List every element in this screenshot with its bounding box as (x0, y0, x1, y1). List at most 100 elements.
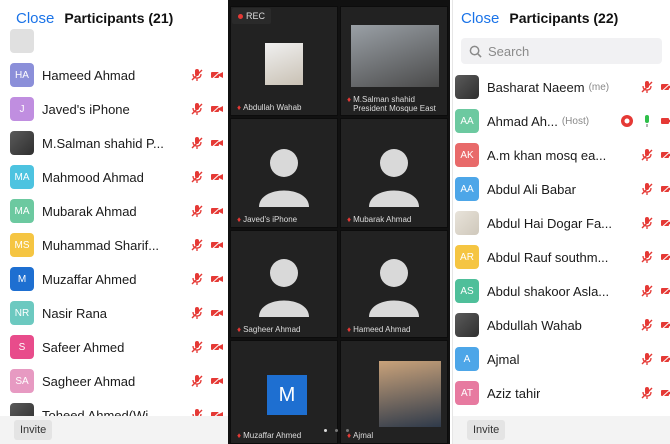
rec-label: REC (246, 11, 266, 21)
video-off-icon[interactable] (660, 386, 670, 400)
participant-row[interactable]: Abdul Hai Dogar Fa... (453, 206, 670, 240)
video-off-icon[interactable] (210, 306, 224, 320)
tile-label: Sagheer Ahmad (243, 325, 301, 334)
participants-panel-right: Close Participants (22) Search Basharat … (452, 0, 670, 444)
video-off-icon[interactable] (660, 114, 670, 128)
mic-muted-icon[interactable] (640, 148, 654, 162)
video-off-icon[interactable] (210, 374, 224, 388)
participant-row[interactable]: S Safeer Ahmed (0, 330, 228, 364)
video-tile[interactable]: ♦ Hameed Ahmad (340, 230, 448, 338)
video-tile[interactable]: ♦ M.Salman shahid President Mosque East (340, 6, 448, 116)
avatar: AS (455, 279, 479, 303)
participants-panel-left: Close Participants (21) HA Hameed Ahmad J J… (0, 0, 228, 444)
mic-muted-icon[interactable] (190, 102, 204, 116)
participant-list: HA Hameed Ahmad J Javed's iPhone M.Salman sh… (0, 24, 228, 432)
video-off-icon[interactable] (210, 68, 224, 82)
video-off-icon[interactable] (660, 284, 670, 298)
avatar: HA (10, 63, 34, 87)
invite-button[interactable]: Invite (467, 420, 506, 440)
participant-row[interactable]: M Muzaffar Ahmed (0, 262, 228, 296)
participant-controls (640, 318, 670, 332)
video-off-icon[interactable] (210, 102, 224, 116)
mic-muted-icon[interactable] (640, 216, 654, 230)
mic-muted-icon: ♦ (347, 431, 352, 440)
initial-avatar: M (267, 375, 307, 415)
video-tile[interactable]: M ♦ Muzaffar Ahmed (230, 340, 338, 444)
participant-name: Mubarak Ahmad (42, 203, 137, 219)
avatar: AK (455, 143, 479, 167)
mic-muted-icon[interactable] (640, 318, 654, 332)
video-off-icon[interactable] (210, 136, 224, 150)
page-dot (324, 429, 327, 432)
video-off-icon[interactable] (210, 204, 224, 218)
tile-label: Mubarak Ahmad (353, 215, 412, 224)
mic-muted-icon[interactable] (190, 136, 204, 150)
participant-row[interactable]: AA Abdul Ali Babar (453, 172, 670, 206)
participant-row[interactable]: AA Ahmad Ah... (Host) (453, 104, 670, 138)
participant-name: Basharat Naeem (487, 79, 585, 95)
video-tile[interactable]: ♦ Mubarak Ahmad (340, 118, 448, 228)
video-off-icon[interactable] (660, 80, 670, 94)
mic-muted-icon[interactable] (190, 170, 204, 184)
participant-name: Muzaffar Ahmed (42, 271, 137, 287)
invite-button[interactable]: Invite (14, 420, 53, 440)
video-tile[interactable]: ♦ Javed's iPhone (230, 118, 338, 228)
mic-muted-icon: ♦ (237, 325, 242, 334)
avatar-silhouette-icon (369, 149, 419, 207)
mic-muted-icon[interactable] (190, 340, 204, 354)
video-off-icon[interactable] (660, 148, 670, 162)
avatar (455, 211, 479, 235)
mic-muted-icon: ♦ (237, 103, 242, 112)
video-off-icon[interactable] (660, 250, 670, 264)
participant-name: Sagheer Ahmad (42, 373, 136, 389)
participant-row[interactable]: MA Mubarak Ahmad (0, 194, 228, 228)
participant-row[interactable]: AT Aziz tahir (453, 376, 670, 410)
mic-muted-icon[interactable] (640, 386, 654, 400)
mic-muted-icon[interactable] (640, 182, 654, 196)
recording-indicator: REC (232, 8, 272, 24)
close-button[interactable]: Close (461, 10, 499, 27)
participant-row[interactable]: NR Nasir Rana (0, 296, 228, 330)
video-off-icon[interactable] (210, 170, 224, 184)
participant-controls (190, 306, 224, 320)
participant-row[interactable]: MA Mahmood Ahmad (0, 160, 228, 194)
participant-name: Ajmal (487, 351, 520, 367)
mic-muted-icon[interactable] (640, 250, 654, 264)
participant-row[interactable]: SA Sagheer Ahmad (0, 364, 228, 398)
participant-name: Abdul Ali Babar (487, 181, 576, 197)
mic-muted-icon[interactable] (640, 352, 654, 366)
mic-muted-icon[interactable] (190, 306, 204, 320)
search-input[interactable]: Search (461, 38, 662, 64)
mic-active-icon[interactable] (640, 114, 654, 128)
page-indicator[interactable] (324, 429, 349, 432)
participant-row[interactable]: J Javed's iPhone (0, 92, 228, 126)
participant-row[interactable]: M.Salman shahid P... (0, 126, 228, 160)
video-tile[interactable]: ♦ Sagheer Ahmad (230, 230, 338, 338)
video-off-icon[interactable] (210, 238, 224, 252)
video-off-icon[interactable] (660, 318, 670, 332)
mic-muted-icon[interactable] (190, 238, 204, 252)
tile-label: Muzaffar Ahmed (243, 431, 302, 440)
participant-row[interactable]: Abdullah Wahab (453, 308, 670, 342)
video-off-icon[interactable] (660, 182, 670, 196)
participant-row[interactable]: Basharat Naeem (me) (453, 70, 670, 104)
participant-row[interactable] (0, 24, 228, 58)
video-off-icon[interactable] (660, 352, 670, 366)
mic-muted-icon[interactable] (640, 80, 654, 94)
participant-row[interactable]: MS Muhammad Sharif... (0, 228, 228, 262)
participant-row[interactable]: AR Abdul Rauf southm... (453, 240, 670, 274)
video-tile[interactable]: ♦ Ajmal (340, 340, 448, 444)
mic-muted-icon[interactable] (190, 68, 204, 82)
mic-muted-icon[interactable] (190, 374, 204, 388)
participant-row[interactable]: HA Hameed Ahmad (0, 58, 228, 92)
participant-row[interactable]: AK A.m khan mosq ea... (453, 138, 670, 172)
video-off-icon[interactable] (660, 216, 670, 230)
mic-muted-icon[interactable] (640, 284, 654, 298)
participant-row[interactable]: A Ajmal (453, 342, 670, 376)
participant-row[interactable]: AS Abdul shakoor Asla... (453, 274, 670, 308)
video-off-icon[interactable] (210, 272, 224, 286)
mic-muted-icon: ♦ (237, 431, 242, 440)
mic-muted-icon[interactable] (190, 204, 204, 218)
video-off-icon[interactable] (210, 340, 224, 354)
mic-muted-icon[interactable] (190, 272, 204, 286)
